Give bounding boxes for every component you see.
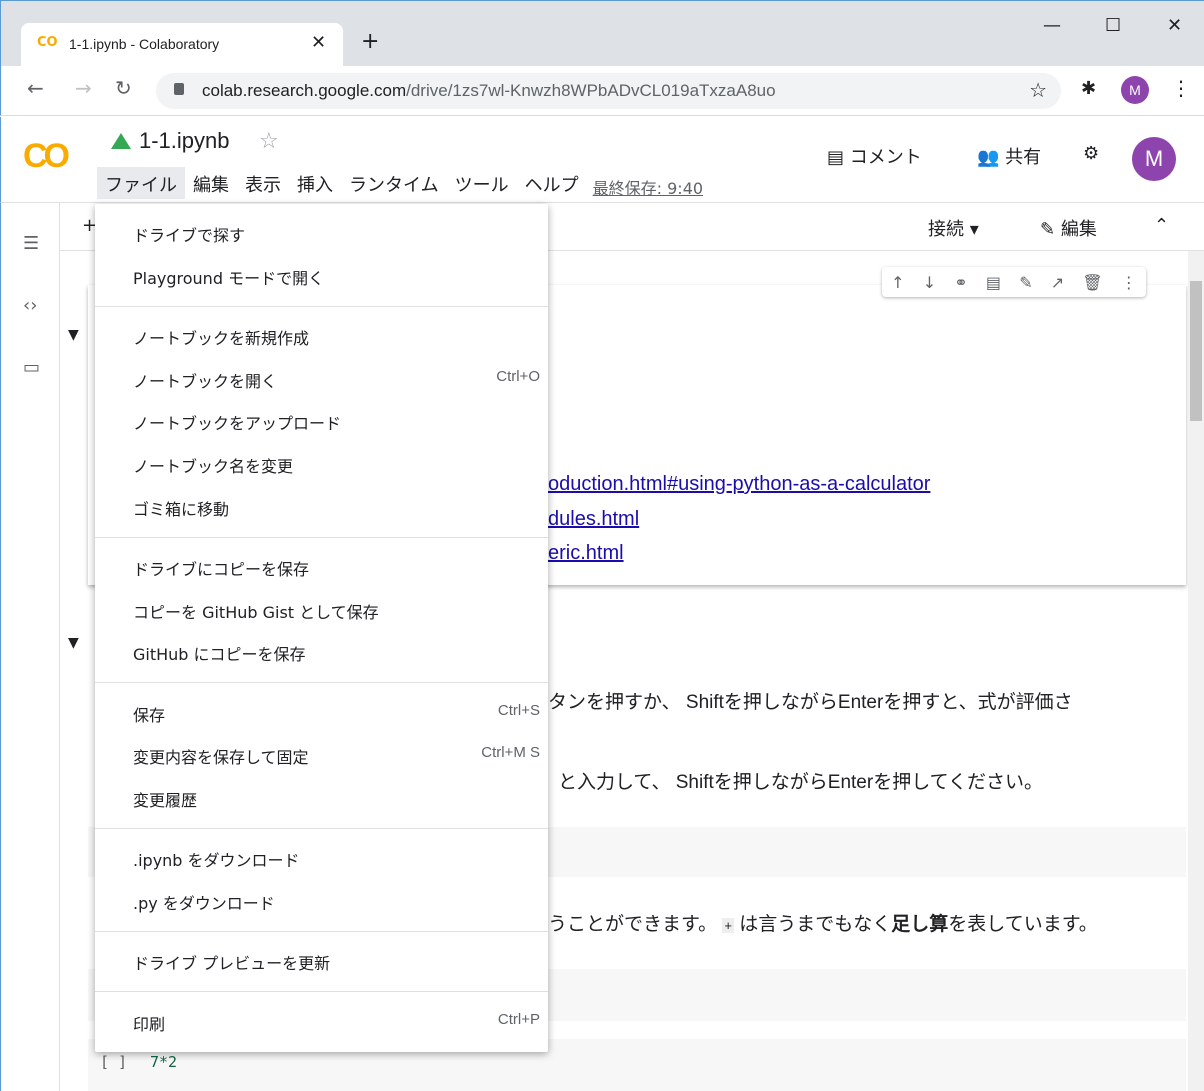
menu-item-move-to-trash[interactable]: ゴミ箱に移動 (95, 486, 548, 526)
code-text[interactable]: 7*2 (150, 1053, 177, 1071)
colab-header: CO 1-1.ipynb ☆ ファイル 編集 表示 挿入 ランタイム ツール ヘ… (0, 117, 1204, 203)
left-sidebar: ☰ ‹› ▭ (0, 203, 60, 1091)
settings-gear-icon[interactable]: ⚙ (1083, 143, 1099, 164)
bookmark-star-icon[interactable]: ☆ (1029, 78, 1047, 102)
tab-title: 1-1.ipynb - Colaboratory (69, 36, 220, 52)
menu-item-save-copy-drive[interactable]: ドライブにコピーを保存 (95, 546, 548, 586)
run-cell-prompt[interactable]: [ ] (100, 1053, 127, 1071)
people-icon: 👥 (977, 147, 1000, 168)
menu-item-revision-history[interactable]: 変更履歴 (95, 777, 548, 817)
extensions-icon[interactable]: ✱ (1081, 78, 1096, 99)
doc-link[interactable]: dules.html (548, 508, 639, 531)
forward-icon[interactable]: → (75, 76, 92, 100)
lock-icon (174, 83, 184, 95)
menu-divider (95, 682, 548, 683)
minimize-icon[interactable]: — (1043, 15, 1061, 36)
menu-item-new-notebook[interactable]: ノートブックを新規作成 (95, 315, 548, 355)
window-close-icon[interactable]: ✕ (1167, 15, 1182, 36)
menu-file[interactable]: ファイル (97, 167, 185, 199)
menu-help[interactable]: ヘルプ (517, 167, 587, 199)
menu-item-rename-notebook[interactable]: ノートブック名を変更 (95, 443, 548, 483)
menu-divider (95, 991, 548, 992)
menu-edit[interactable]: 編集 (185, 167, 237, 199)
menu-item-print[interactable]: 印刷 Ctrl+P (95, 1001, 548, 1041)
browser-profile-avatar[interactable]: M (1121, 76, 1149, 104)
close-tab-icon[interactable]: ✕ (311, 32, 326, 53)
doc-link[interactable]: oduction.html#using-python-as-a-calculat… (548, 473, 930, 496)
link-icon[interactable]: ⚭ (954, 273, 967, 292)
file-menu-dropdown: ドライブで探す Playground モードで開く ノートブックを新規作成 ノー… (95, 204, 548, 1052)
menu-divider (95, 828, 548, 829)
code-snippets-icon[interactable]: ‹› (23, 295, 37, 316)
menu-item-save-and-pin[interactable]: 変更内容を保存して固定 Ctrl+M S (95, 734, 548, 774)
paragraph-text: タンを押すか、 Shiftを押しながらEnterを押すと、式が評価さ (548, 692, 1073, 713)
colab-favicon-icon: CO (37, 35, 58, 50)
move-up-icon[interactable]: ↑ (891, 273, 904, 292)
menu-item-upload-notebook[interactable]: ノートブックをアップロード (95, 400, 548, 440)
menu-divider (95, 931, 548, 932)
menu-item-update-drive-preview[interactable]: ドライブ プレビューを更新 (95, 940, 548, 980)
comment-icon[interactable]: ▤ (986, 273, 1001, 292)
doc-link[interactable]: eric.html (548, 542, 624, 565)
notebook-title[interactable]: 1-1.ipynb (139, 128, 230, 154)
comment-button[interactable]: ▤ コメント (827, 143, 922, 169)
open-external-icon[interactable]: ↗ (1051, 273, 1064, 292)
browser-tab[interactable]: CO 1-1.ipynb - Colaboratory ✕ (21, 23, 343, 67)
collapse-section-icon[interactable]: ▼ (68, 327, 79, 343)
last-saved-link[interactable]: 最終保存: 9:40 (587, 167, 709, 199)
address-bar[interactable]: colab.research.google.com/drive/1zs7wl-K… (156, 73, 1061, 109)
paragraph-text: と入力して、 Shiftを押しながらEnterを押してください。 (558, 772, 1044, 793)
new-tab-icon[interactable]: + (361, 29, 379, 54)
browser-tabstrip: CO 1-1.ipynb - Colaboratory ✕ + — ☐ ✕ (0, 0, 1204, 67)
collapse-section-icon[interactable]: ▼ (68, 635, 79, 651)
connect-button[interactable]: 接続 ▾ (928, 215, 979, 241)
menu-item-save[interactable]: 保存 Ctrl+S (95, 692, 548, 732)
colab-logo[interactable]: CO (23, 137, 70, 176)
pencil-icon: ✎ (1040, 219, 1056, 240)
browser-menu-icon[interactable]: ⋮ (1171, 76, 1191, 100)
star-icon[interactable]: ☆ (259, 129, 279, 154)
menu-divider (95, 306, 548, 307)
menu-insert[interactable]: 挿入 (289, 167, 341, 199)
more-icon[interactable]: ⋮ (1121, 273, 1137, 292)
folder-icon[interactable]: ▭ (23, 357, 40, 378)
chevron-down-icon: ▾ (969, 219, 979, 240)
menu-item-playground[interactable]: Playground モードで開く (95, 255, 548, 295)
menu-item-download-py[interactable]: .py をダウンロード (95, 880, 548, 920)
cell-toolbar: ↑ ↓ ⚭ ▤ ✎ ↗ 🗑 ⋮ (882, 267, 1146, 297)
maximize-icon[interactable]: ☐ (1105, 15, 1121, 36)
menu-item-save-copy-gist[interactable]: コピーを GitHub Gist として保存 (95, 589, 548, 629)
scrollbar-thumb[interactable] (1190, 281, 1202, 421)
drive-icon (111, 133, 131, 149)
paragraph-text: うことができます。 + は言うまでもなく足し算を表しています。 (548, 914, 1098, 935)
move-down-icon[interactable]: ↓ (923, 273, 936, 292)
edit-button[interactable]: ✎ 編集 (1040, 215, 1097, 241)
menu-item-open-notebook[interactable]: ノートブックを開く Ctrl+O (95, 358, 548, 398)
collapse-header-icon[interactable]: ⌃ (1154, 215, 1169, 236)
user-avatar[interactable]: M (1132, 137, 1176, 181)
comment-icon: ▤ (827, 147, 845, 168)
vertical-scrollbar[interactable] (1188, 251, 1204, 1091)
reload-icon[interactable]: ↻ (115, 76, 132, 100)
edit-pencil-icon[interactable]: ✎ (1019, 273, 1032, 292)
menu-view[interactable]: 表示 (237, 167, 289, 199)
menu-divider (95, 537, 548, 538)
menu-item-search-drive[interactable]: ドライブで探す (95, 212, 548, 252)
menu-bar: ファイル 編集 表示 挿入 ランタイム ツール ヘルプ 最終保存: 9:40 (97, 167, 709, 199)
menu-runtime[interactable]: ランタイム (341, 167, 447, 199)
url-text: colab.research.google.com/drive/1zs7wl-K… (202, 81, 776, 100)
delete-icon[interactable]: 🗑 (1082, 273, 1102, 292)
browser-toolbar: ← → ↻ colab.research.google.com/drive/1z… (0, 66, 1204, 116)
menu-item-download-ipynb[interactable]: .ipynb をダウンロード (95, 837, 548, 877)
table-of-contents-icon[interactable]: ☰ (23, 233, 39, 254)
menu-item-save-copy-github[interactable]: GitHub にコピーを保存 (95, 631, 548, 671)
share-button[interactable]: 👥 共有 (977, 143, 1041, 169)
menu-tools[interactable]: ツール (447, 167, 517, 199)
back-icon[interactable]: ← (27, 76, 44, 100)
